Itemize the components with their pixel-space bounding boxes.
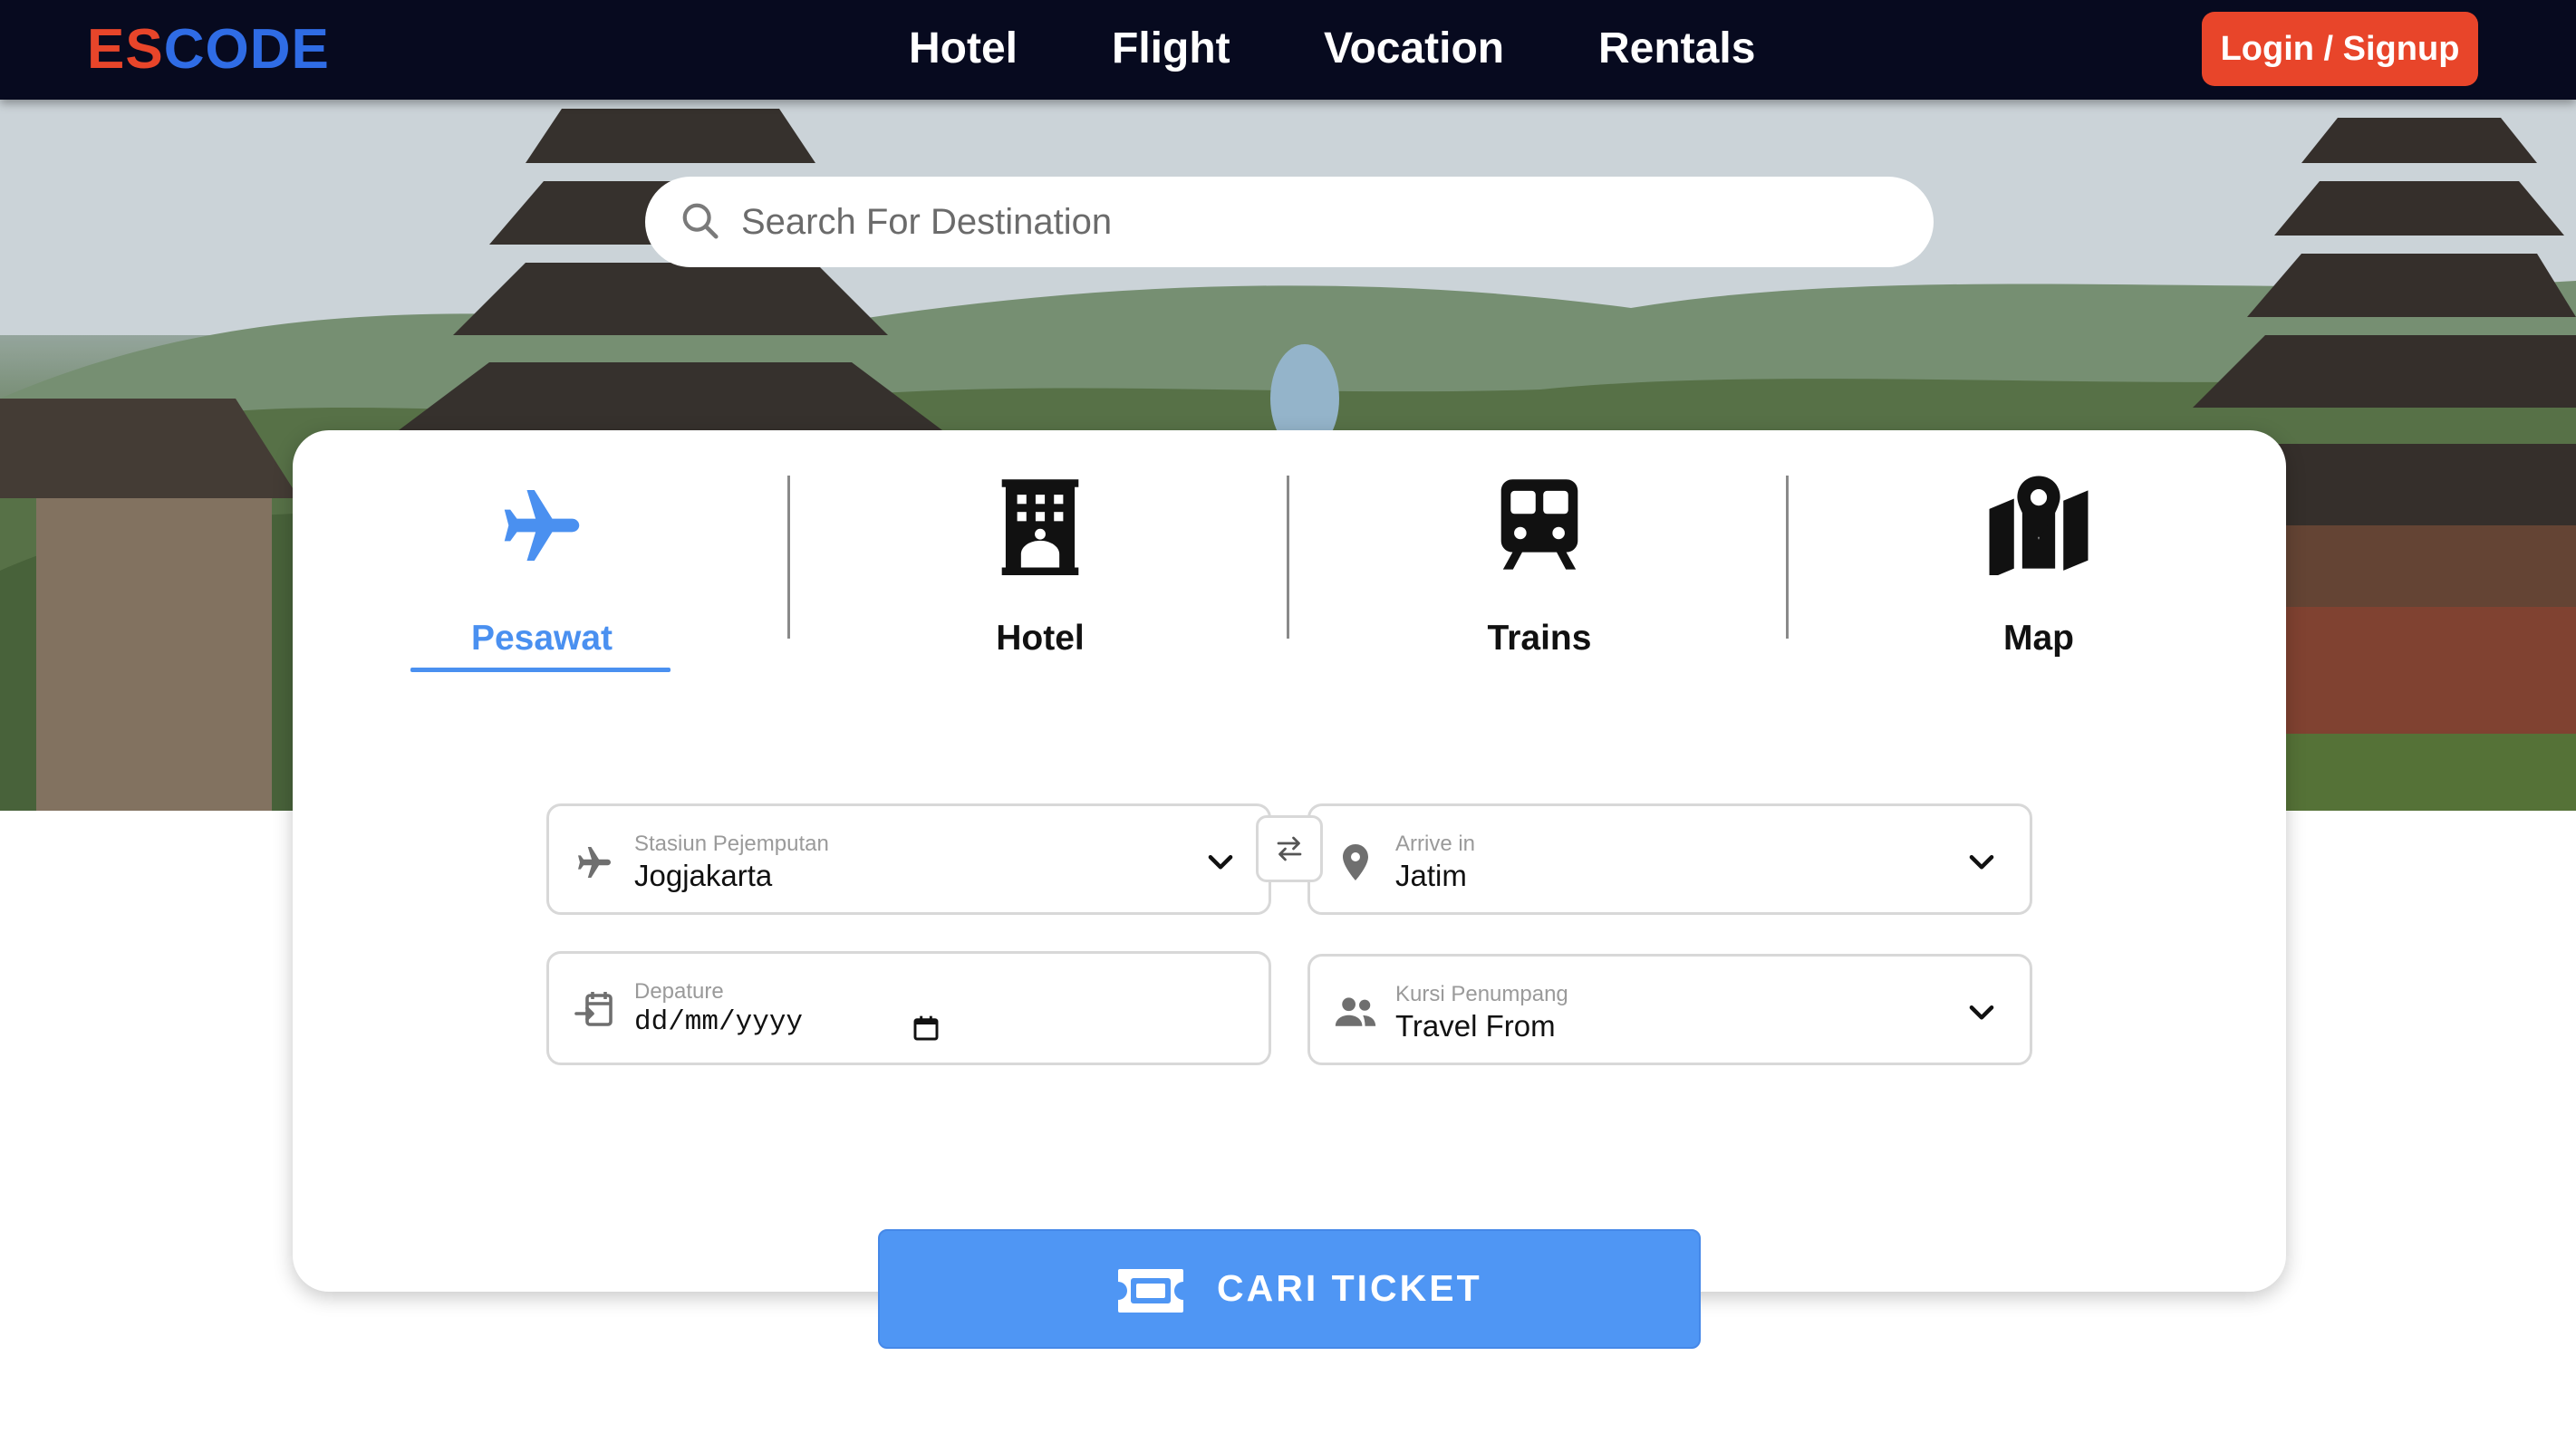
tab-trains[interactable]: Trains [1290,476,1789,666]
swap-locations-button[interactable] [1256,815,1323,882]
map-pin-icon [1989,476,2089,575]
search-ticket-button[interactable]: CARI TICKET [878,1229,1701,1349]
passenger-label: Kursi Penumpang [1395,982,1568,1006]
booking-card: Pesawat Hotel Trains Map Stasiun Pejempu… [293,430,2286,1292]
origin-label: Stasiun Pejemputan [634,832,829,856]
arrival-select[interactable]: Arrive in Jatim [1307,803,2032,915]
chevron-down-icon [1969,1005,1994,1020]
nav-link-hotel[interactable]: Hotel [909,24,1018,74]
airplane-icon [578,847,611,878]
tab-divider [1786,476,1789,639]
tab-pesawat[interactable]: Pesawat [293,476,791,666]
arrival-label: Arrive in [1395,832,1476,856]
ticket-icon [1118,1269,1183,1313]
tab-label-pesawat: Pesawat [470,619,613,658]
tab-label-hotel: Hotel [996,619,1085,658]
tab-map[interactable]: Map [1790,476,2288,666]
departure-label: Depature [634,979,724,1004]
tab-label-trains: Trains [1487,619,1592,658]
active-tab-indicator [410,668,671,672]
tab-hotel[interactable]: Hotel [791,476,1289,666]
origin-value: Jogjakarta [634,859,773,892]
nav-link-rentals[interactable]: Rentals [1598,24,1755,74]
nav-links: Hotel Flight Vocation Rentals [0,0,2576,100]
departure-date-field[interactable]: Depature dd/mm/yyyy [546,951,1271,1065]
airplane-icon [504,490,580,561]
tab-divider [787,476,790,639]
people-icon [1335,997,1376,1026]
train-icon [1500,479,1578,570]
search-icon [682,203,719,239]
calendar-import-icon [574,992,613,1026]
search-input[interactable] [741,195,1883,249]
swap-arrows-icon [1277,836,1302,861]
departure-date-input[interactable]: dd/mm/yyyy [634,1006,803,1038]
passenger-value: Travel From [1395,1009,1556,1043]
search-ticket-label: CARI TICKET [1217,1267,1482,1309]
hotel-building-icon [1001,479,1079,575]
nav-link-flight[interactable]: Flight [1112,24,1230,74]
nav-link-vocation[interactable]: Vocation [1324,24,1504,74]
chevron-down-icon [1208,855,1233,870]
location-pin-icon [1343,844,1368,880]
chevron-down-icon [1969,855,1994,870]
tab-divider [1287,476,1289,639]
top-navbar: ESCODE Hotel Flight Vocation Rentals Log… [0,0,2576,100]
passenger-seat-select[interactable]: Kursi Penumpang Travel From [1307,954,2032,1065]
origin-station-select[interactable]: Stasiun Pejemputan Jogjakarta [546,803,1271,915]
destination-search-bar[interactable] [645,177,1934,267]
calendar-icon[interactable] [912,1014,941,1043]
tab-label-map: Map [2003,619,2074,658]
login-signup-button[interactable]: Login / Signup [2202,12,2478,86]
arrival-value: Jatim [1395,859,1467,892]
